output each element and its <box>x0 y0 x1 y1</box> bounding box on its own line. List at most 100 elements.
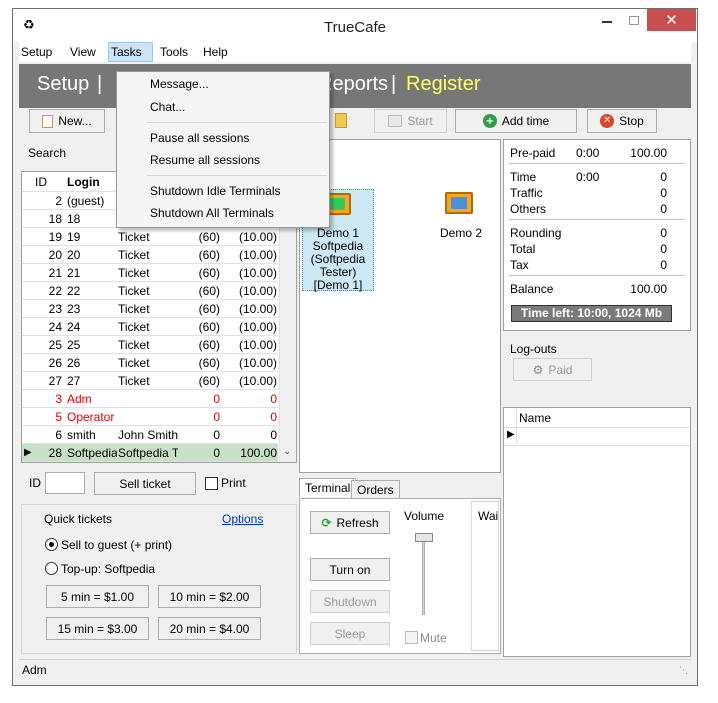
table-row[interactable]: 19 19 Ticket (60) (10.00) <box>22 228 278 246</box>
table-row[interactable]: 22 22 Ticket (60) (10.00) <box>22 282 278 300</box>
cell-time: 0 <box>213 392 220 406</box>
menu-item-resume-all[interactable]: Resume all sessions <box>150 153 260 167</box>
prepaid-value: 100.00 <box>630 146 667 160</box>
refresh-icon: ⟳ <box>321 515 332 530</box>
header-separator: | <box>391 73 397 95</box>
cell-amount: (10.00) <box>238 338 277 352</box>
column-header-login[interactable]: Login <box>67 175 100 189</box>
table-row[interactable]: 25 25 Ticket (60) (10.00) <box>22 336 278 354</box>
cell-amount: 0 <box>270 428 277 442</box>
print-label: Print <box>221 476 246 490</box>
menu-setup[interactable]: Setup <box>21 45 52 59</box>
options-link[interactable]: Options <box>222 512 263 526</box>
column-header-name[interactable]: Name <box>519 411 551 425</box>
table-row[interactable]: 28 Softpedia Softpedia Te 0 100.00 ▶ <box>22 444 278 462</box>
tax-value: 0 <box>660 258 667 272</box>
table-row[interactable]: 26 26 Ticket (60) (10.00) <box>22 354 278 372</box>
edit-icon[interactable] <box>335 113 347 128</box>
refresh-button[interactable]: ⟳ Refresh <box>310 511 390 534</box>
menu-item-shutdown-idle[interactable]: Shutdown Idle Terminals <box>150 184 281 198</box>
table-row[interactable]: 3 Adm 0 0 <box>22 390 278 408</box>
cell-id: 26 <box>48 356 62 370</box>
balance-label: Balance <box>510 282 554 296</box>
paid-button[interactable]: ⚙ Paid <box>513 358 592 381</box>
volume-slider[interactable] <box>409 529 433 619</box>
table-row[interactable]: 24 24 Ticket (60) (10.00) <box>22 318 278 336</box>
sell-ticket-button[interactable]: Sell ticket <box>94 472 196 495</box>
header-separator: | <box>97 73 103 95</box>
new-document-icon <box>42 114 54 128</box>
sleep-button[interactable]: Sleep <box>310 622 390 645</box>
column-header-id[interactable]: ID <box>35 175 47 189</box>
cell-amount: (10.00) <box>238 374 277 388</box>
tab-orders[interactable]: Orders <box>351 480 400 500</box>
quick-ticket-button-4[interactable]: 20 min = $4.00 <box>158 617 261 640</box>
cell-id: 20 <box>48 248 62 262</box>
cell-name: Ticket <box>118 320 150 334</box>
cell-time: (60) <box>198 230 220 244</box>
header-setup-link[interactable]: Setup <box>37 73 89 96</box>
cell-name: John Smith <box>118 428 178 442</box>
quick-ticket-button-1[interactable]: 5 min = $1.00 <box>46 585 149 608</box>
menu-view[interactable]: View <box>70 45 96 59</box>
menu-item-shutdown-all[interactable]: Shutdown All Terminals <box>150 206 274 220</box>
header-register-link[interactable]: Register <box>406 73 480 96</box>
others-label: Others <box>510 202 547 216</box>
computer-icon <box>445 192 473 214</box>
quick-ticket-button-3[interactable]: 15 min = $3.00 <box>46 617 149 640</box>
table-row[interactable]: 20 20 Ticket (60) (10.00) <box>22 246 278 264</box>
cell-id: 18 <box>48 212 62 226</box>
mute-checkbox[interactable] <box>405 631 418 644</box>
cell-amount: (10.00) <box>238 284 277 298</box>
cell-amount: (10.00) <box>238 230 277 244</box>
menu-item-pause-all[interactable]: Pause all sessions <box>150 131 249 145</box>
quick-ticket-button-2[interactable]: 10 min = $2.00 <box>158 585 261 608</box>
close-button[interactable]: ✕ <box>647 9 696 31</box>
terminal-demo2[interactable]: Demo 2 <box>433 189 489 241</box>
divider <box>509 219 685 220</box>
new-button[interactable]: New... <box>29 109 105 133</box>
cell-name: Ticket <box>118 230 150 244</box>
print-checkbox[interactable] <box>205 477 218 490</box>
table-row[interactable]: 27 27 Ticket (60) (10.00) <box>22 372 278 390</box>
minimize-button[interactable] <box>593 9 621 31</box>
cell-login: 22 <box>67 284 81 298</box>
cell-name: Softpedia Te <box>118 446 178 460</box>
cell-login: (guest) <box>67 194 105 208</box>
table-row[interactable]: 21 21 Ticket (60) (10.00) <box>22 264 278 282</box>
menu-tools[interactable]: Tools <box>160 45 188 59</box>
tab-terminal[interactable]: Terminal <box>299 478 357 497</box>
slider-thumb[interactable] <box>415 533 433 542</box>
screen <box>329 198 345 210</box>
maximize-button[interactable] <box>621 9 647 31</box>
cell-time: (60) <box>198 248 220 262</box>
start-button[interactable]: Start <box>374 109 447 133</box>
table-row[interactable]: 5 Operator 0 0 <box>22 408 278 426</box>
cell-time: (60) <box>198 338 220 352</box>
add-time-button[interactable]: + Add time <box>455 109 577 133</box>
radio-dot <box>49 542 54 547</box>
resize-grip-icon[interactable]: ⋱ <box>679 665 688 676</box>
table-row[interactable]: 6 smith John Smith 0 0 <box>22 426 278 444</box>
time-value: 0 <box>660 170 667 184</box>
cell-time: (60) <box>198 284 220 298</box>
menu-tasks[interactable]: Tasks <box>111 45 142 59</box>
menu-help[interactable]: Help <box>203 45 228 59</box>
stop-button[interactable]: ✕ Stop <box>587 109 657 133</box>
table-row[interactable]: 23 23 Ticket (60) (10.00) <box>22 300 278 318</box>
terminal-demo2-label: Demo 2 <box>439 226 483 240</box>
divider <box>509 163 685 164</box>
turn-on-button[interactable]: Turn on <box>310 558 390 581</box>
cell-login: 26 <box>67 356 81 370</box>
menu-separator <box>147 122 327 123</box>
logouts-title: Log-outs <box>510 342 557 356</box>
cell-name: Ticket <box>118 248 150 262</box>
cell-amount: (10.00) <box>238 302 277 316</box>
ticket-id-input[interactable] <box>45 472 85 494</box>
topup-radio[interactable] <box>45 562 58 575</box>
menu-item-chat[interactable]: Chat... <box>150 100 185 114</box>
shutdown-button[interactable]: Shutdown <box>310 590 390 613</box>
cell-id: 24 <box>48 320 62 334</box>
menu-item-message[interactable]: Message... <box>150 77 209 91</box>
sell-guest-radio[interactable] <box>45 538 58 551</box>
